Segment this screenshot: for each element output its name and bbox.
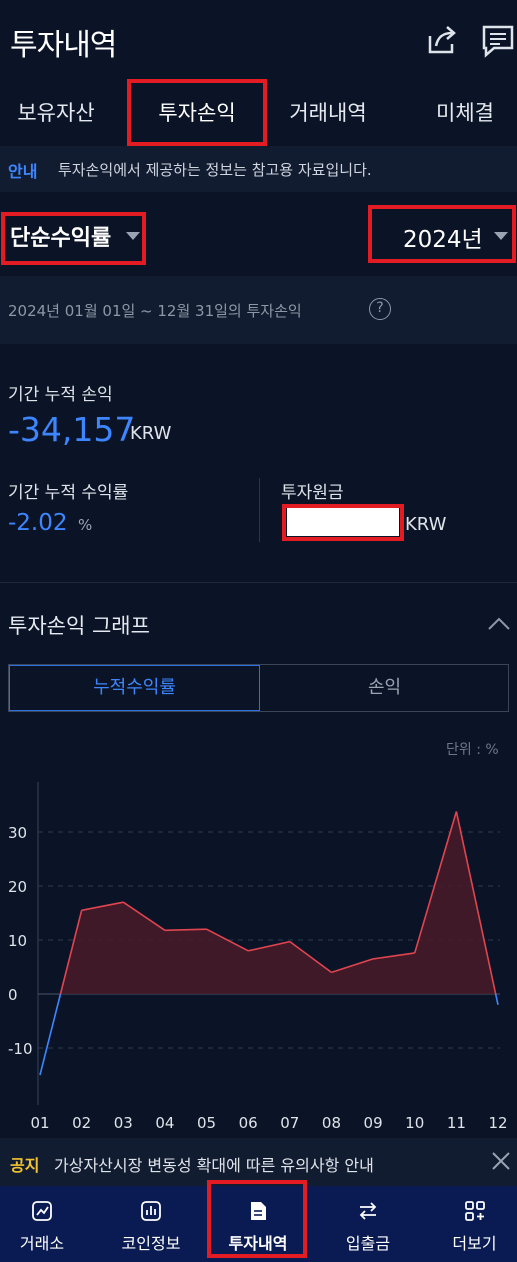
- series-line-segment: [494, 993, 499, 1005]
- nav-exchange[interactable]: 거래소: [0, 1186, 84, 1262]
- series-line-segment: [39, 993, 62, 1076]
- principal-masked-value: [287, 508, 399, 536]
- close-icon[interactable]: [490, 1150, 512, 1172]
- grid-plus-icon: [465, 1201, 485, 1221]
- nav-deposit-withdraw[interactable]: 입출금: [322, 1186, 414, 1262]
- nav-coin-info[interactable]: 코인정보: [105, 1186, 197, 1262]
- chevron-down-icon: [126, 232, 140, 240]
- help-icon[interactable]: ?: [369, 298, 391, 320]
- filter-row: 단순수익률 2024년: [0, 196, 517, 274]
- x-tick-label: 10: [405, 1114, 424, 1132]
- x-tick-label: 06: [239, 1114, 258, 1132]
- announcement-text[interactable]: 가상자산시장 변동성 확대에 따른 유의사항 안내: [54, 1152, 374, 1176]
- app-header: 투자내역: [0, 0, 517, 82]
- return-type-dropdown[interactable]: 단순수익률: [10, 220, 111, 252]
- graph-toggle: 누적수익률 손익: [8, 664, 509, 712]
- x-tick-label: 12: [488, 1114, 507, 1132]
- divider: [259, 478, 260, 542]
- x-tick-label: 07: [280, 1114, 299, 1132]
- cum-pnl-unit: KRW: [130, 423, 172, 444]
- tab-investment-pnl[interactable]: 투자손익: [130, 82, 264, 144]
- chevron-up-icon[interactable]: [488, 616, 510, 630]
- pnl-chart: 30 20 10 0 -10 01 02 03 04 05 06 07 08 09 10 11 12: [8, 782, 508, 1132]
- bottom-nav: 거래소 코인정보 투자내역 입출금 더보기: [0, 1186, 517, 1262]
- nav-label: 더보기: [452, 1234, 497, 1253]
- x-tick-label: 02: [72, 1114, 91, 1132]
- x-tick-label: 01: [30, 1114, 49, 1132]
- principal-label: 투자원금: [281, 483, 344, 503]
- x-tick-label: 08: [322, 1114, 341, 1132]
- cum-rate-value: -2.02: [8, 510, 68, 536]
- document-icon: [251, 1202, 266, 1220]
- nav-label: 투자내역: [228, 1234, 288, 1253]
- cum-pnl-value: -34,157: [8, 410, 136, 449]
- tab-holdings[interactable]: 보유자산: [0, 82, 112, 144]
- year-dropdown[interactable]: 2024년: [403, 220, 483, 254]
- y-tick-label: -10: [8, 1040, 33, 1058]
- notice-label: 안내: [8, 162, 38, 181]
- x-tick-label: 09: [364, 1114, 383, 1132]
- notice-text: 투자손익에서 제공하는 정보는 참고용 자료입니다.: [58, 161, 372, 179]
- toggle-pnl[interactable]: 손익: [260, 665, 509, 711]
- y-tick-label: 20: [8, 878, 27, 896]
- period-bar: 2024년 01월 01일 ~ 12월 31일의 투자손익 ?: [0, 276, 517, 344]
- series-line-segment: [164, 928, 207, 932]
- transfer-icon: [359, 1202, 377, 1220]
- cum-rate-label: 기간 누적 수익률: [8, 483, 129, 503]
- chart-line-icon: [32, 1201, 52, 1221]
- tab-bar: 보유자산 투자손익 거래내역 미체결: [0, 82, 517, 144]
- toggle-cumulative-rate[interactable]: 누적수익률: [9, 665, 260, 711]
- section-divider: [0, 582, 517, 583]
- y-tick-label: 30: [8, 824, 27, 842]
- y-tick-label: 10: [8, 932, 27, 950]
- cum-pnl-label: 기간 누적 손익: [8, 385, 113, 405]
- period-text: 2024년 01월 01일 ~ 12월 31일의 투자손익: [8, 302, 302, 320]
- nav-label: 코인정보: [121, 1234, 181, 1253]
- nav-label: 거래소: [19, 1234, 65, 1253]
- cum-rate-unit: %: [78, 516, 93, 534]
- nav-investment-history[interactable]: 투자내역: [210, 1186, 306, 1262]
- nav-more[interactable]: 더보기: [432, 1186, 517, 1262]
- share-icon[interactable]: [424, 22, 460, 58]
- x-tick-label: 11: [447, 1114, 466, 1132]
- nav-label: 입출금: [345, 1234, 391, 1253]
- x-tick-label: 03: [114, 1114, 133, 1132]
- chevron-down-icon: [494, 232, 508, 240]
- info-notice: 안내 투자손익에서 제공하는 정보는 참고용 자료입니다.: [0, 146, 517, 192]
- announcement-bar[interactable]: 공지 가상자산시장 변동성 확대에 따른 유의사항 안내: [0, 1138, 517, 1186]
- x-tick-label: 05: [197, 1114, 216, 1132]
- graph-title: 투자손익 그래프: [8, 614, 150, 638]
- page-title: 투자내역: [10, 28, 117, 63]
- chat-icon[interactable]: [480, 22, 516, 58]
- tab-open-orders[interactable]: 미체결: [420, 82, 510, 144]
- bar-chart-icon: [141, 1201, 161, 1221]
- y-tick-label: 0: [8, 986, 18, 1004]
- unit-note: 단위 : %: [446, 742, 499, 758]
- principal-unit: KRW: [405, 514, 447, 535]
- x-tick-label: 04: [155, 1114, 174, 1132]
- announcement-label: 공지: [10, 1156, 40, 1175]
- tab-trade-history[interactable]: 거래내역: [270, 82, 386, 144]
